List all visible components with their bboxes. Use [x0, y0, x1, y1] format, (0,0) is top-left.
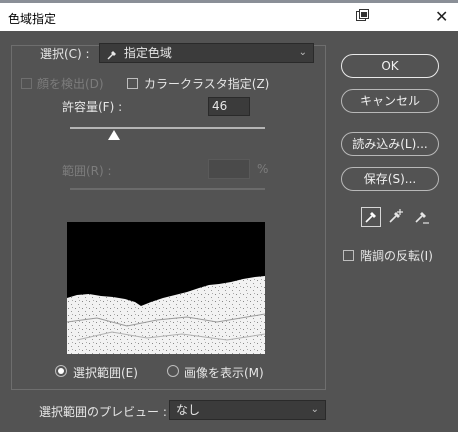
eyedropper-icon[interactable] — [361, 207, 381, 227]
chevron-down-icon: ⌄ — [310, 404, 319, 415]
selection-preview-dropdown[interactable]: なし ⌄ — [169, 400, 326, 420]
fuzziness-slider-track[interactable] — [70, 127, 265, 129]
eyedropper-small-icon — [106, 48, 118, 60]
selection-preview-label: 選択範囲のプレビュー : — [39, 405, 167, 419]
fuzziness-slider-thumb[interactable] — [108, 130, 120, 140]
cancel-button[interactable]: キャンセル — [341, 89, 439, 113]
fuzziness-input[interactable]: 46 — [208, 97, 250, 116]
select-label: 選択(C) : — [40, 47, 90, 61]
close-icon[interactable]: ✕ — [435, 7, 448, 26]
selection-preview-value: なし — [176, 403, 201, 417]
range-label: 範囲(R) : — [62, 164, 112, 178]
ok-button[interactable]: OK — [341, 54, 439, 78]
range-slider-track[interactable] — [70, 188, 265, 190]
image-radio-label: 画像を表示(M) — [184, 366, 264, 380]
load-button[interactable]: 読み込み(L)... — [341, 132, 439, 156]
select-value: 指定色域 — [123, 46, 172, 60]
detect-faces-label: 顔を検出(D) — [37, 77, 104, 91]
fuzziness-label: 許容量(F) : — [62, 100, 123, 114]
pin-icon[interactable] — [355, 9, 369, 23]
select-dropdown[interactable]: 指定色域 ⌄ — [99, 43, 314, 63]
save-button[interactable]: 保存(S)... — [341, 167, 439, 191]
image-radio[interactable] — [167, 365, 179, 377]
localized-clusters-label: カラークラスタ指定(Z) — [144, 77, 270, 91]
invert-checkbox[interactable] — [343, 250, 354, 261]
window-title: 色域指定 — [8, 12, 57, 26]
eyedropper-plus-icon[interactable] — [387, 207, 407, 227]
range-unit: % — [257, 162, 269, 176]
selection-radio-label: 選択範囲(E) — [73, 366, 138, 380]
localized-clusters-checkbox[interactable] — [127, 78, 138, 89]
fuzziness-value: 46 — [212, 99, 228, 113]
range-input[interactable] — [208, 159, 250, 179]
eyedropper-minus-icon[interactable] — [413, 207, 433, 227]
detect-faces-checkbox[interactable] — [21, 78, 32, 89]
selection-preview-image — [67, 222, 265, 354]
chevron-down-icon: ⌄ — [298, 47, 307, 58]
selection-radio[interactable] — [55, 365, 67, 377]
title-bar: 色域指定 ✕ — [0, 3, 458, 31]
invert-label: 階調の反転(I) — [360, 249, 433, 263]
